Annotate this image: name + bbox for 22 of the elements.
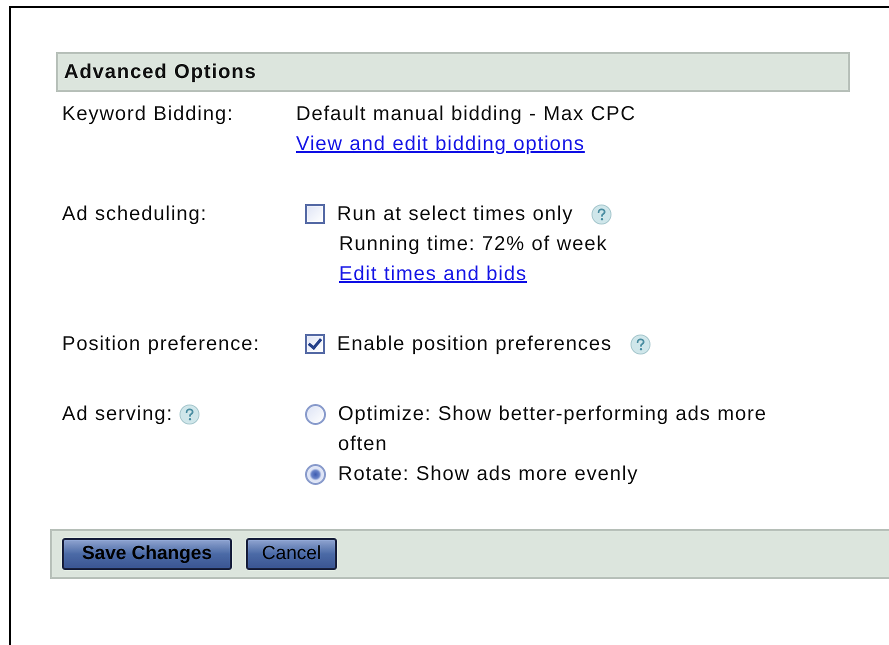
help-icon[interactable]	[179, 404, 200, 424]
field-label: Keyword Bidding:	[62, 102, 234, 127]
radio-button[interactable]	[305, 464, 326, 485]
checkbox[interactable]	[305, 334, 325, 354]
option-label: Run at select times only	[337, 202, 574, 227]
help-icon[interactable]	[630, 334, 651, 354]
option-label: Enable position preferences	[337, 332, 612, 357]
link[interactable]: View and edit bidding options	[296, 129, 585, 159]
save-button[interactable]: Save Changes	[62, 538, 232, 570]
radio-button[interactable]	[305, 404, 326, 425]
option-label: Rotate: Show ads more evenly	[338, 462, 640, 487]
section-header: Advanced Options	[56, 52, 850, 92]
field-label: Position preference:	[62, 332, 260, 357]
field-value: Default manual bidding - Max CPC	[296, 102, 636, 127]
field-label: Ad scheduling:	[62, 202, 208, 227]
option-label: Optimize: Show better-performing ads more often	[338, 402, 768, 457]
link[interactable]: Edit times and bids	[339, 259, 527, 289]
help-icon[interactable]	[591, 204, 612, 224]
cancel-button[interactable]: Cancel	[246, 538, 338, 570]
field-label: Ad serving:	[62, 402, 174, 427]
checkbox[interactable]	[305, 204, 325, 224]
field-note: Running time: 72% of week	[339, 232, 608, 257]
